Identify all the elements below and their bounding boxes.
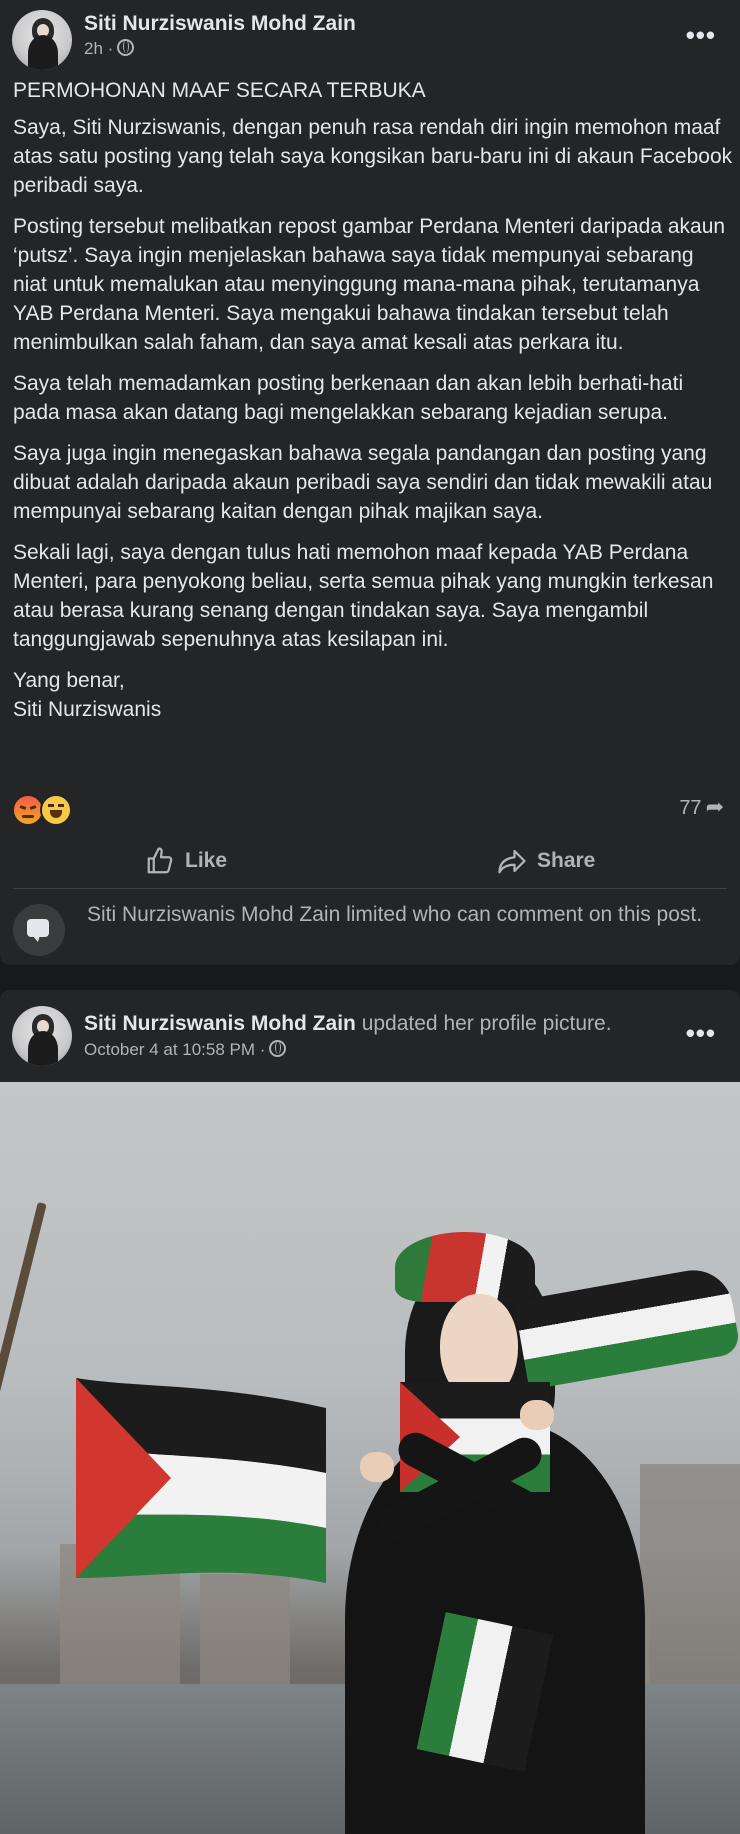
post-card: Siti Nurziswanis Mohd Zain updated her p… xyxy=(0,990,740,1834)
building xyxy=(200,1574,290,1694)
building xyxy=(640,1464,740,1694)
post-meta: October 4 at 10:58 PM · xyxy=(84,1040,287,1060)
post-heading: PERMOHONAN MAAF SECARA TERBUKA xyxy=(13,79,426,102)
hand xyxy=(520,1400,554,1430)
share-icon xyxy=(498,849,526,874)
post-paragraph: Saya telah memadamkan posting berkenaan … xyxy=(13,372,684,424)
post-time[interactable]: October 4 at 10:58 PM xyxy=(84,1040,255,1059)
post-time[interactable]: 2h xyxy=(84,39,103,58)
post-paragraph: Saya juga ingin menegaskan bahawa segala… xyxy=(13,442,713,523)
like-label: Like xyxy=(185,849,228,872)
meta-separator: · xyxy=(107,39,114,58)
avatar[interactable] xyxy=(12,1006,72,1066)
share-label: Share xyxy=(537,849,596,872)
avatar[interactable] xyxy=(12,10,72,70)
profile-picture-photo[interactable] xyxy=(0,1082,740,1834)
post-paragraph: Posting tersebut melibatkan repost gamba… xyxy=(13,215,726,354)
share-arrow-icon: ➦ xyxy=(705,794,724,819)
globe-icon xyxy=(269,1040,287,1057)
share-count[interactable]: 77 ➦ xyxy=(679,794,724,820)
palestine-flag xyxy=(76,1378,326,1583)
post-author-line: Siti Nurziswanis Mohd Zain updated her p… xyxy=(84,1012,612,1036)
post-author[interactable]: Siti Nurziswanis Mohd Zain xyxy=(84,1012,356,1035)
comment-bubble-icon xyxy=(13,904,65,956)
divider xyxy=(13,888,727,889)
more-options-button[interactable]: ••• xyxy=(686,1018,716,1049)
more-options-button[interactable]: ••• xyxy=(686,20,716,51)
share-count-value: 77 xyxy=(679,797,702,819)
post-author[interactable]: Siti Nurziswanis Mohd Zain xyxy=(84,12,356,36)
hand xyxy=(360,1452,394,1482)
keffiyeh-turban xyxy=(395,1232,535,1302)
meta-separator: · xyxy=(259,1040,266,1059)
globe-icon xyxy=(117,39,135,56)
post-meta: 2h · xyxy=(84,39,135,59)
post-paragraph: Sekali lagi, saya dengan tulus hati memo… xyxy=(13,541,714,651)
share-button[interactable]: Share xyxy=(497,838,595,884)
thumbs-up-icon xyxy=(147,847,173,874)
post-body: PERMOHONAN MAAF SECARA TERBUKA Saya, Sit… xyxy=(13,76,733,736)
comment-notice-text: Siti Nurziswanis Mohd Zain limited who c… xyxy=(87,903,703,926)
haha-emoji xyxy=(40,794,72,826)
post-paragraph: Saya, Siti Nurziswanis, dengan penuh ras… xyxy=(13,116,733,197)
flag-scarf xyxy=(513,1264,740,1390)
post-actions: Like Share xyxy=(13,838,727,884)
post-card: Siti Nurziswanis Mohd Zain 2h · ••• PERM… xyxy=(0,0,740,965)
post-signoff: Yang benar, Siti Nurziswanis xyxy=(13,669,162,721)
like-button[interactable]: Like xyxy=(145,838,227,884)
post-action-text: updated her profile picture. xyxy=(361,1012,612,1035)
